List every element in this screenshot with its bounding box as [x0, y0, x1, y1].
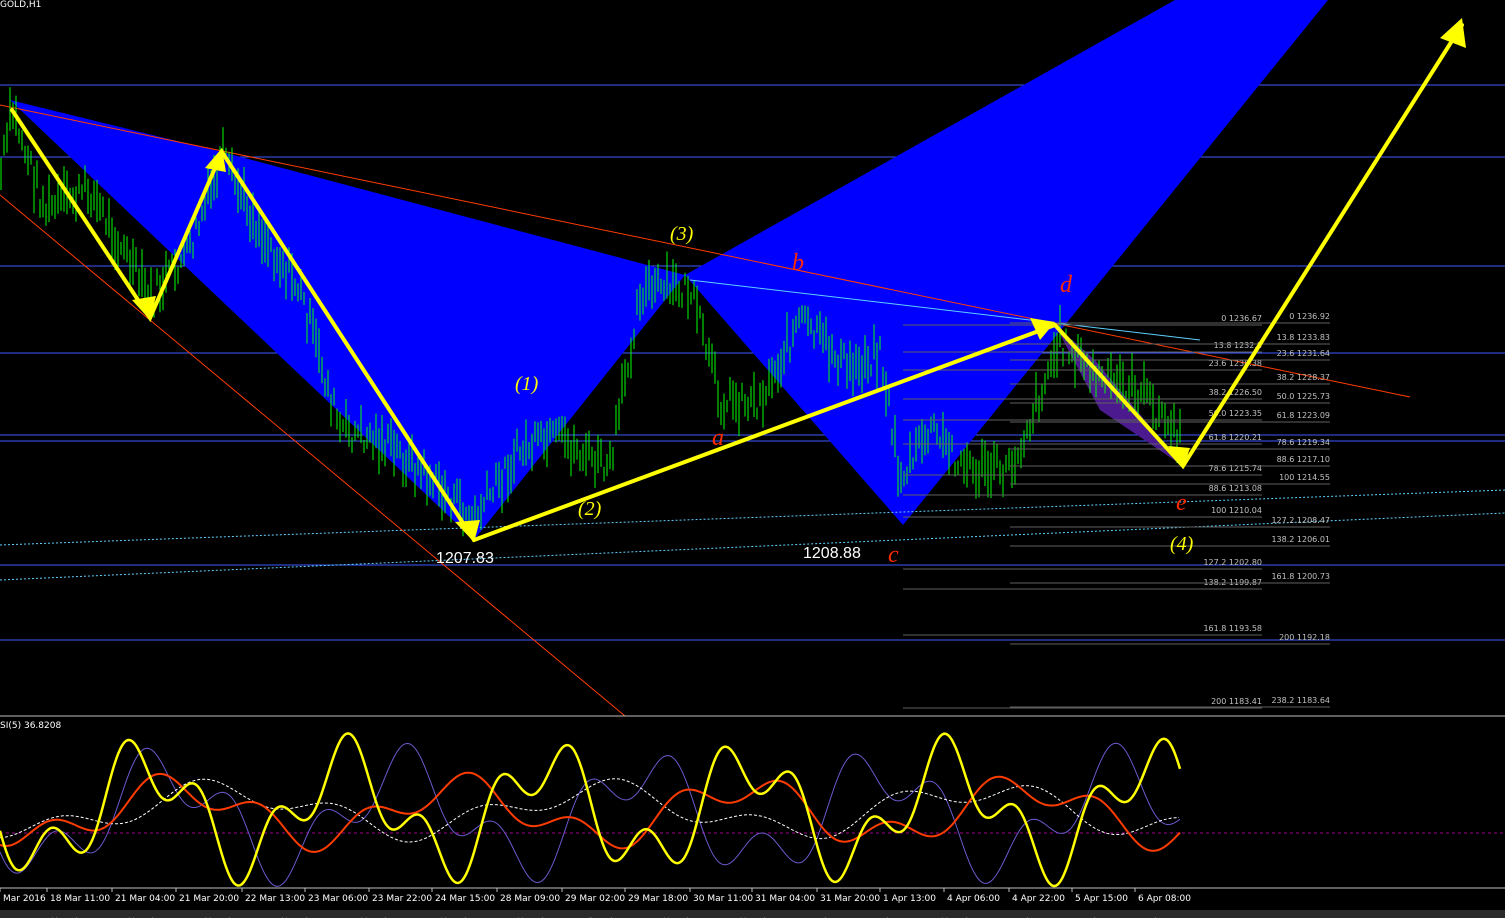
price-label-low1: 1207.83 [436, 550, 494, 567]
fib-label-right: 0 1236.92 [1289, 312, 1330, 321]
fib-label-left: 0 1236.67 [1221, 314, 1262, 323]
time-label: 1 Apr 13:00 [883, 894, 936, 904]
fib-label-right: 200 1192.18 [1279, 633, 1330, 642]
time-label: 30 Mar 11:00 [693, 894, 753, 904]
fib-label-right: 238.2 1183.64 [1271, 696, 1330, 705]
symbol-label: GOLD,H1 [0, 0, 42, 10]
wave-label-c: c [888, 542, 899, 568]
fib-label-right: 23.6 1231.64 [1277, 349, 1330, 358]
oscillator-lines [0, 732, 1182, 888]
wave-label-3: (3) [670, 223, 694, 245]
time-label: 4 Apr 22:00 [1012, 894, 1065, 904]
time-label: Mar 2016 [3, 894, 46, 904]
fib-label-right: 38.2 1228.37 [1277, 373, 1330, 382]
wave-label-a: a [712, 425, 724, 451]
fib-label-left: 127.2 1202.80 [1203, 558, 1262, 567]
fib-label-right: 88.6 1217.10 [1277, 455, 1330, 464]
fib-label-left: 38.2 1226.50 [1209, 388, 1262, 397]
fib-label-right: 100 1214.55 [1279, 473, 1330, 482]
time-label: 5 Apr 15:00 [1075, 894, 1128, 904]
time-label: 22 Mar 13:00 [245, 894, 305, 904]
fib-label-right: 61.8 1223.09 [1277, 411, 1330, 420]
wave-label-d: d [1060, 272, 1073, 298]
osc-slow [0, 742, 1181, 887]
fib-label-left: 200 1183.41 [1211, 697, 1262, 706]
time-label: 31 Mar 04:00 [755, 894, 815, 904]
wave-label-b: b [792, 250, 804, 276]
price-chart[interactable]: 0 1236.6713.8 1232.823.6 1230.3838.2 122… [0, 0, 1505, 918]
fib-label-right: 78.6 1219.34 [1277, 438, 1330, 447]
left-channel-fill [10, 100, 685, 540]
time-label: 24 Mar 15:00 [435, 894, 495, 904]
fib-label-left: 78.6 1215.74 [1209, 464, 1262, 473]
right-channel-fill [685, 0, 1328, 525]
fib-label-left: 13.8 1232.8 [1214, 341, 1262, 350]
time-label: 23 Mar 06:00 [308, 894, 368, 904]
indicator-label: SI(5) 36.8208 [0, 721, 62, 731]
fib-label-right: 161.8 1200.73 [1271, 572, 1330, 581]
fib-label-left: 100 1210.04 [1211, 506, 1262, 515]
time-label: 28 Mar 09:00 [500, 894, 560, 904]
time-label: 29 Mar 18:00 [628, 894, 688, 904]
time-label: 18 Mar 11:00 [50, 894, 110, 904]
price-label-low2: 1208.88 [803, 545, 861, 562]
wave-label-2: (2) [578, 498, 602, 520]
fib-label-right: 138.2 1206.01 [1271, 535, 1330, 544]
time-label: 29 Mar 02:00 [565, 894, 625, 904]
fib-label-left: 161.8 1193.58 [1203, 624, 1262, 633]
time-label: 4 Apr 06:00 [947, 894, 1000, 904]
osc-ma [0, 771, 1181, 853]
fib-label-left: 61.8 1220.21 [1209, 433, 1262, 442]
fib-label-right: 127.2 1208.47 [1271, 516, 1330, 525]
fib-label-right: 13.8 1233.83 [1277, 333, 1330, 342]
fib-label-right: 50.0 1225.73 [1277, 392, 1330, 401]
wave-label-4: (4) [1170, 533, 1194, 555]
time-label: 31 Mar 20:00 [820, 894, 880, 904]
wave-label-e: e [1176, 490, 1187, 516]
time-label: 6 Apr 08:00 [1138, 894, 1191, 904]
time-axis: Mar 2016 18 Mar 11:00 21 Mar 04:00 21 Mar 2… [0, 888, 1191, 904]
time-label: 21 Mar 04:00 [115, 894, 175, 904]
wave-label-1: (1) [515, 373, 539, 395]
fib-label-left: 88.6 1213.08 [1209, 484, 1262, 493]
chart-tabs: GOLD,WeeklyGOLD,WeeklyGOLD,WeeklyGOLD,We… [0, 910, 1505, 918]
time-label: 21 Mar 20:00 [179, 894, 239, 904]
time-label: 23 Mar 22:00 [372, 894, 432, 904]
